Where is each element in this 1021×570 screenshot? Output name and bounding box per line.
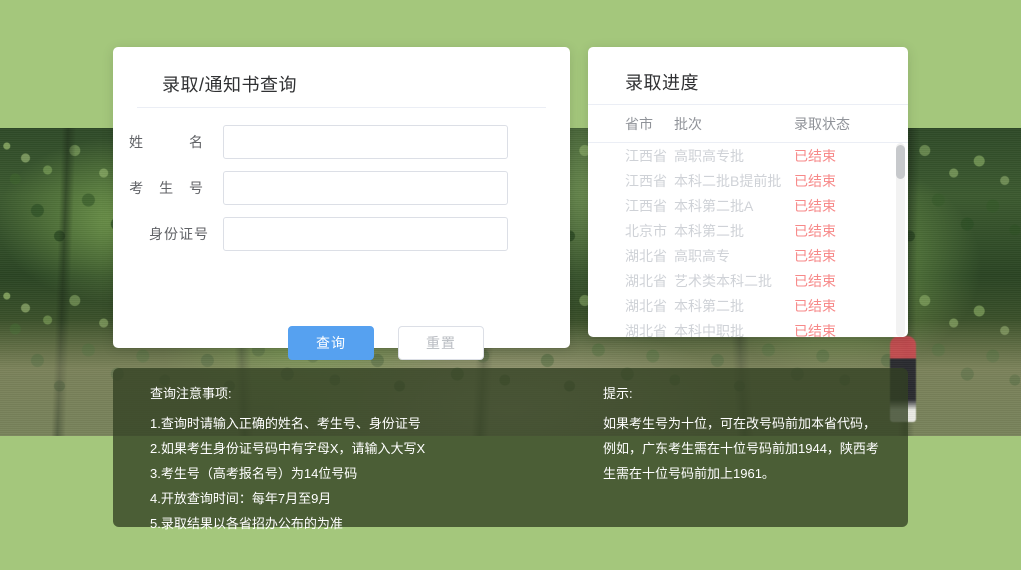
examinee-number-input[interactable] xyxy=(223,171,508,205)
table-row[interactable]: 湖北省 本科第二批 已结束 xyxy=(588,293,908,318)
cell-province: 湖北省 xyxy=(625,272,667,289)
cell-province: 江西省 xyxy=(625,197,667,214)
query-title-divider xyxy=(137,107,546,108)
cell-status: 已结束 xyxy=(794,322,836,338)
cell-status: 已结束 xyxy=(794,172,836,189)
cell-province: 湖北省 xyxy=(625,297,667,314)
form-row-name: 姓 名 xyxy=(113,125,570,159)
query-note-item: 1.查询时请输入正确的姓名、考生号、身份证号 xyxy=(150,416,421,431)
query-form: 姓 名 考 生 号 身份证号 xyxy=(113,125,570,263)
query-form-actions: 查询 重置 xyxy=(113,326,570,360)
cell-batch: 本科二批B提前批 xyxy=(674,172,782,189)
cell-batch: 艺术类本科二批 xyxy=(674,272,772,289)
cell-status: 已结束 xyxy=(794,197,836,214)
query-notes-title: 查询注意事项: xyxy=(150,386,232,401)
column-header-batch: 批次 xyxy=(674,116,702,132)
submit-query-button[interactable]: 查询 xyxy=(288,326,374,360)
id-card-field-label: 身份证号 xyxy=(149,226,209,242)
query-note-item: 4.开放查询时间：每年7月至9月 xyxy=(150,491,332,506)
scrollbar-thumb[interactable] xyxy=(896,145,905,179)
table-row[interactable]: 北京市 本科第二批 已结束 xyxy=(588,218,908,243)
progress-table-body[interactable]: 江西省 高职高专批 已结束 江西省 本科二批B提前批 已结束 江西省 本科第二批… xyxy=(588,143,908,338)
table-row[interactable]: 湖北省 本科中职批 已结束 xyxy=(588,318,908,338)
cell-batch: 本科第二批 xyxy=(674,222,744,239)
query-note-item: 2.如果考生身份证号码中有字母X，请输入大写X xyxy=(150,441,426,456)
query-card: 录取/通知书查询 姓 名 考 生 号 身份证号 查询 重置 xyxy=(113,47,570,360)
id-card-input[interactable] xyxy=(223,217,508,251)
notes-panel: 查询注意事项: 1.查询时请输入正确的姓名、考生号、身份证号 2.如果考生身份证… xyxy=(113,368,908,531)
cell-status: 已结束 xyxy=(794,147,836,164)
cell-batch: 高职高专批 xyxy=(674,147,744,164)
progress-table-header: 省市 批次 录取状态 xyxy=(588,105,908,143)
progress-table-scrollbar[interactable] xyxy=(896,143,905,337)
table-row[interactable]: 江西省 本科二批B提前批 已结束 xyxy=(588,168,908,193)
column-header-status: 录取状态 xyxy=(794,116,850,132)
cell-batch: 高职高专 xyxy=(674,247,730,264)
query-card-title: 录取/通知书查询 xyxy=(162,75,298,95)
table-row[interactable]: 江西省 本科第二批A 已结束 xyxy=(588,193,908,218)
name-field-label: 姓 名 xyxy=(129,134,209,150)
progress-card: 录取进度 省市 批次 录取状态 江西省 高职高专批 已结束 江西省 本科二批B提… xyxy=(588,47,908,337)
table-row[interactable]: 湖北省 高职高专 已结束 xyxy=(588,243,908,268)
cell-province: 湖北省 xyxy=(625,247,667,264)
cell-batch: 本科第二批 xyxy=(674,297,744,314)
cell-status: 已结束 xyxy=(794,297,836,314)
reset-form-button[interactable]: 重置 xyxy=(398,326,484,360)
tip-text: 如果考生号为十位，可在改号码前加本省代码，例如，广东考生需在十位号码前加1944… xyxy=(603,416,879,481)
cell-province: 北京市 xyxy=(625,222,667,239)
table-row[interactable]: 江西省 高职高专批 已结束 xyxy=(588,143,908,168)
query-note-item: 3.考生号（高考报名号）为14位号码 xyxy=(150,466,358,481)
column-header-province: 省市 xyxy=(625,116,653,132)
cell-status: 已结束 xyxy=(794,247,836,264)
form-row-id-card: 身份证号 xyxy=(113,217,570,251)
name-input[interactable] xyxy=(223,125,508,159)
cell-status: 已结束 xyxy=(794,222,836,239)
cell-province: 江西省 xyxy=(625,172,667,189)
tip-block: 提示: 如果考生号为十位，可在改号码前加本省代码，例如，广东考生需在十位号码前加… xyxy=(603,386,888,486)
tip-title: 提示: xyxy=(603,386,633,401)
table-row[interactable]: 湖北省 艺术类本科二批 已结束 xyxy=(588,268,908,293)
cell-status: 已结束 xyxy=(794,272,836,289)
query-notes-block: 查询注意事项: 1.查询时请输入正确的姓名、考生号、身份证号 2.如果考生身份证… xyxy=(150,386,590,536)
progress-card-title: 录取进度 xyxy=(625,73,699,93)
cell-batch: 本科第二批A xyxy=(674,197,754,214)
cell-province: 湖北省 xyxy=(625,322,667,338)
query-note-item: 5.录取结果以各省招办公布的为准 xyxy=(150,516,343,531)
cell-province: 江西省 xyxy=(625,147,667,164)
form-row-examinee-number: 考 生 号 xyxy=(113,171,570,205)
examinee-number-field-label: 考 生 号 xyxy=(129,180,209,196)
page-root: 录取/通知书查询 姓 名 考 生 号 身份证号 查询 重置 录取进度 省市 批次… xyxy=(0,0,1021,570)
cell-batch: 本科中职批 xyxy=(674,322,744,338)
